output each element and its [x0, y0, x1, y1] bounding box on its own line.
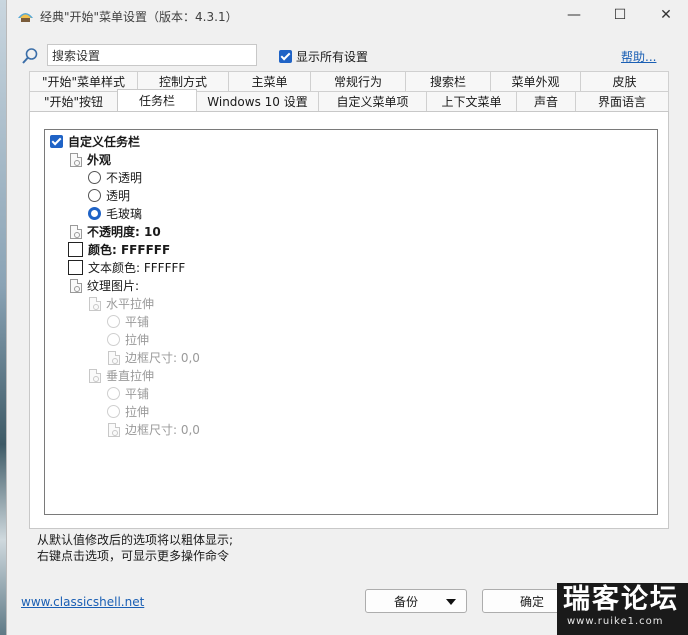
watermark-title: 瑞客论坛	[563, 584, 679, 615]
tab-menu-look[interactable]: 菜单外观	[490, 71, 581, 91]
radio-unselected-icon	[107, 315, 120, 328]
radio-h-tile[interactable]: 平铺	[107, 313, 149, 330]
radio-unselected-icon	[88, 189, 101, 202]
backup-label: 备份	[394, 594, 419, 609]
tab-main-menu[interactable]: 主菜单	[228, 71, 311, 91]
tab-skin[interactable]: 皮肤	[580, 71, 669, 91]
tab-general-behavior[interactable]: 常规行为	[310, 71, 406, 91]
color-swatch	[68, 260, 83, 275]
radio-h-stretch[interactable]: 拉伸	[107, 331, 149, 348]
setting-page-icon	[108, 350, 120, 365]
dropdown-arrow-icon	[446, 599, 456, 605]
tree-item-opacity[interactable]: 不透明度: 10	[70, 223, 161, 240]
tree-item-text-color[interactable]: 文本颜色: FFFFFF	[68, 259, 185, 276]
tree-item-customize-taskbar[interactable]: 自定义任务栏	[50, 133, 140, 150]
maximize-button[interactable]: ☐	[597, 0, 643, 30]
search-icon	[22, 48, 38, 64]
tab-start-button[interactable]: "开始"按钮	[29, 91, 118, 111]
watermark: 瑞客论坛 www.ruike1.com	[557, 583, 688, 635]
tab-panel: 自定义任务栏 外观 不透明 透明 毛玻璃 不透明度: 10 颜色: FFFFFF…	[29, 111, 669, 529]
close-button[interactable]: ✕	[643, 0, 688, 30]
radio-unselected-icon	[88, 171, 101, 184]
tab-row-1: "开始"菜单样式 控制方式 主菜单 常规行为 搜索栏 菜单外观 皮肤	[29, 71, 669, 91]
tab-start-menu-style[interactable]: "开始"菜单样式	[29, 71, 138, 91]
radio-v-stretch[interactable]: 拉伸	[107, 403, 149, 420]
radio-v-tile[interactable]: 平铺	[107, 385, 149, 402]
tree-item-horizontal-stretch[interactable]: 水平拉伸	[89, 295, 154, 312]
radio-unselected-icon	[107, 387, 120, 400]
tab-taskbar[interactable]: 任务栏	[117, 89, 197, 111]
backup-button[interactable]: 备份	[365, 589, 467, 613]
settings-tree: 自定义任务栏 外观 不透明 透明 毛玻璃 不透明度: 10 颜色: FFFFFF…	[44, 129, 658, 515]
setting-page-icon	[70, 224, 82, 239]
minimize-button[interactable]: —	[551, 0, 597, 30]
radio-unselected-icon	[107, 333, 120, 346]
tab-search-box[interactable]: 搜索栏	[405, 71, 491, 91]
radio-transparent[interactable]: 透明	[88, 187, 130, 204]
hint-right-click: 右键点击选项，可显示更多操作命令	[37, 549, 230, 563]
tree-item-appearance[interactable]: 外观	[70, 151, 111, 168]
shell-icon	[18, 13, 33, 22]
radio-selected-icon	[88, 207, 101, 220]
tree-item-v-border-size[interactable]: 边框尺寸: 0,0	[108, 421, 200, 438]
tab-control[interactable]: 控制方式	[137, 71, 229, 91]
title-bar: 经典"开始"菜单设置（版本：4.3.1） — ☐ ✕	[7, 0, 688, 32]
tab-context-menu[interactable]: 上下文菜单	[426, 91, 517, 111]
checkbox-checked-icon	[50, 135, 63, 148]
setting-page-icon	[89, 368, 101, 383]
search-input[interactable]	[47, 44, 257, 66]
watermark-url: www.ruike1.com	[567, 616, 664, 627]
radio-unselected-icon	[107, 405, 120, 418]
color-swatch	[68, 242, 83, 257]
tree-item-texture[interactable]: 纹理图片:	[70, 277, 139, 294]
settings-window: 经典"开始"菜单设置（版本：4.3.1） — ☐ ✕ 显示所有设置 帮助... …	[6, 0, 688, 635]
maximize-icon: ☐	[613, 7, 627, 23]
radio-glass[interactable]: 毛玻璃	[88, 205, 142, 222]
website-link[interactable]: www.classicshell.net	[21, 595, 144, 609]
setting-page-icon	[70, 152, 82, 167]
radio-opaque[interactable]: 不透明	[88, 169, 142, 186]
help-link[interactable]: 帮助...	[621, 48, 656, 65]
tab-custom-menu-items[interactable]: 自定义菜单项	[318, 91, 427, 111]
minimize-icon: —	[567, 7, 581, 23]
show-all-settings-label: 显示所有设置	[296, 50, 369, 64]
hint-bold-modified: 从默认值修改后的选项将以粗体显示;	[37, 533, 234, 547]
checkbox-checked-icon	[279, 50, 292, 63]
setting-page-icon	[89, 296, 101, 311]
setting-page-icon	[70, 278, 82, 293]
tab-sounds[interactable]: 声音	[516, 91, 576, 111]
tree-item-vertical-stretch[interactable]: 垂直拉伸	[89, 367, 154, 384]
tree-item-color[interactable]: 颜色: FFFFFF	[68, 241, 170, 258]
setting-page-icon	[108, 422, 120, 437]
show-all-settings-checkbox[interactable]: 显示所有设置	[279, 48, 368, 65]
tab-windows10-settings[interactable]: Windows 10 设置	[196, 91, 319, 111]
tab-row-2: "开始"按钮 任务栏 Windows 10 设置 自定义菜单项 上下文菜单 声音…	[29, 89, 669, 111]
ok-label: 确定	[519, 594, 544, 609]
window-title: 经典"开始"菜单设置（版本：4.3.1）	[40, 10, 238, 24]
close-icon: ✕	[660, 7, 672, 23]
tab-language[interactable]: 界面语言	[575, 91, 669, 111]
tree-item-h-border-size[interactable]: 边框尺寸: 0,0	[108, 349, 200, 366]
